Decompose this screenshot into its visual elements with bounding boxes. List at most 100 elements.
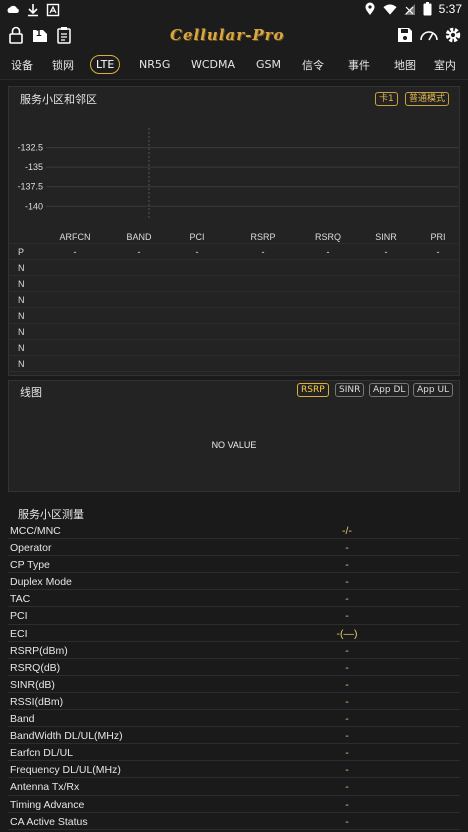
col-pri: PRI (430, 232, 446, 242)
measurement-key: CA Active Status (10, 815, 88, 828)
measurement-key: CP Type (10, 559, 50, 572)
measurement-value: - (345, 593, 349, 606)
table-row: N (8, 340, 460, 356)
row-type-label: N (18, 359, 25, 369)
tab-lock-network[interactable]: 锁网 (52, 57, 74, 73)
measurement-key: Frequency DL/UL(MHz) (10, 764, 121, 777)
measurement-value: - (345, 576, 349, 589)
measurement-value: - (345, 730, 349, 743)
measurement-row: SINR(dB) - (8, 676, 460, 693)
col-band: BAND (126, 232, 152, 242)
table-row: N (8, 276, 460, 292)
app-icon (46, 3, 60, 17)
measurement-key: Antenna Tx/Rx (10, 781, 80, 794)
neighbor-table: ARFCN BAND PCI RSRP RSRQ SINR PRI P - - - - -… (8, 230, 460, 372)
measurement-key: Band (10, 713, 35, 726)
measurement-row: RSRP(dBm) - (8, 642, 460, 659)
table-row: N (8, 260, 460, 276)
measurement-row: Duplex Mode - (8, 573, 460, 591)
measurement-value: - (345, 798, 349, 811)
measurement-value: - (345, 695, 349, 708)
tab-wcdma[interactable]: WCDMA (191, 58, 235, 71)
measurement-row: Band - (8, 710, 460, 728)
rsrp-button[interactable]: RSRP (297, 383, 329, 397)
measurement-row: CP Type - (8, 556, 460, 574)
status-bar: 5:37 (0, 0, 468, 20)
row-type-label: P (18, 247, 25, 257)
save-icon[interactable] (395, 25, 415, 45)
line-chart-title: 线图 (20, 386, 42, 399)
lock-icon[interactable] (6, 25, 26, 45)
table-cell: - (261, 247, 265, 257)
tab-map[interactable]: 地图 (394, 57, 416, 73)
measurement-value: - (345, 559, 349, 572)
measurement-row: Frequency DL/UL(MHz) - (8, 761, 460, 779)
clock: 5:37 (438, 2, 462, 16)
col-rsrq: RSRQ (314, 232, 341, 242)
col-arfcn: ARFCN (59, 232, 91, 242)
neighbor-table-header: ARFCN BAND PCI RSRP RSRQ SINR PRI (8, 230, 460, 244)
measurement-row: RSRQ(dB) - (8, 659, 460, 676)
col-sinr: SINR (375, 232, 397, 242)
tab-bar: 设备 锁网 LTE NR5G WCDMA GSM 信令 事件 地图 室内 (0, 50, 468, 80)
measurement-value: - (345, 747, 349, 760)
wifi-icon (383, 2, 397, 16)
table-row: N (8, 308, 460, 324)
measurement-key: RSRQ(dB) (10, 661, 61, 674)
measurement-row: Antenna Tx/Rx - (8, 778, 460, 796)
tab-nr5g[interactable]: NR5G (139, 58, 170, 71)
no-signal-icon (403, 2, 417, 16)
measurement-value: - (345, 781, 349, 794)
app-logo: Cellular-Pro (170, 26, 285, 44)
table-row: N (8, 324, 460, 340)
measurement-key: RSRP(dBm) (10, 644, 68, 657)
measurement-value: - (345, 713, 349, 726)
measurement-key: RSSI(dBm) (10, 695, 64, 708)
clipboard-icon[interactable] (54, 25, 74, 45)
serving-panel-title: 服务小区和邻区 (20, 93, 97, 106)
measurement-value: - (345, 815, 349, 828)
row-type-label: N (18, 327, 25, 337)
measurement-key: Duplex Mode (10, 576, 72, 589)
speedometer-icon[interactable] (419, 25, 439, 45)
tab-events[interactable]: 事件 (348, 57, 370, 73)
measurement-value: - (345, 610, 349, 623)
tab-lte[interactable]: LTE (90, 55, 121, 74)
tab-device[interactable]: 设备 (11, 57, 33, 73)
row-type-label: N (18, 279, 25, 289)
no-value-text: NO VALUE (211, 440, 257, 450)
measurement-value: - (345, 542, 349, 555)
cell-chart: -132.5 -135 -137.5 -140 (17, 128, 458, 218)
settings-icon[interactable] (443, 25, 463, 45)
tab-indoor[interactable]: 室内 (434, 57, 456, 73)
measurement-title: 服务小区测量 (18, 508, 84, 521)
row-type-label: N (18, 311, 25, 321)
tab-gsm[interactable]: GSM (256, 58, 281, 71)
sinr-button[interactable]: SINR (335, 383, 365, 397)
tab-signaling[interactable]: 信令 (302, 57, 324, 73)
mode-chip[interactable]: 普通模式 (405, 92, 450, 106)
table-cell: - (195, 247, 199, 257)
app-ul-button[interactable]: App UL (413, 383, 454, 397)
table-cell: - (137, 247, 141, 257)
measurement-key: Operator (10, 542, 52, 555)
measurement-row: Earfcn DL/UL - (8, 744, 460, 762)
sim-card-chip[interactable]: 卡1 (375, 92, 398, 106)
measurement-key: PCI (10, 610, 28, 623)
measurement-key: ECI (10, 627, 28, 640)
measurement-key: BandWidth DL/UL(MHz) (10, 730, 123, 743)
table-cell: - (384, 247, 388, 257)
measurement-row: PCI - (8, 607, 460, 625)
app-dl-button[interactable]: App DL (369, 383, 410, 397)
sim-one-icon[interactable]: 1 (30, 25, 50, 45)
measurement-row: ECI -(—) (8, 625, 460, 642)
measurement-value: -(—) (336, 627, 358, 640)
row-type-label: N (18, 343, 25, 353)
table-cell: - (73, 247, 77, 257)
measurement-row: TAC - (8, 590, 460, 608)
location-icon (363, 2, 377, 16)
measurement-row: BandWidth DL/UL(MHz) - (8, 727, 460, 745)
battery-icon (423, 2, 433, 16)
measurement-key: SINR(dB) (10, 678, 55, 691)
y-tick-label: -137.5 (17, 182, 43, 192)
